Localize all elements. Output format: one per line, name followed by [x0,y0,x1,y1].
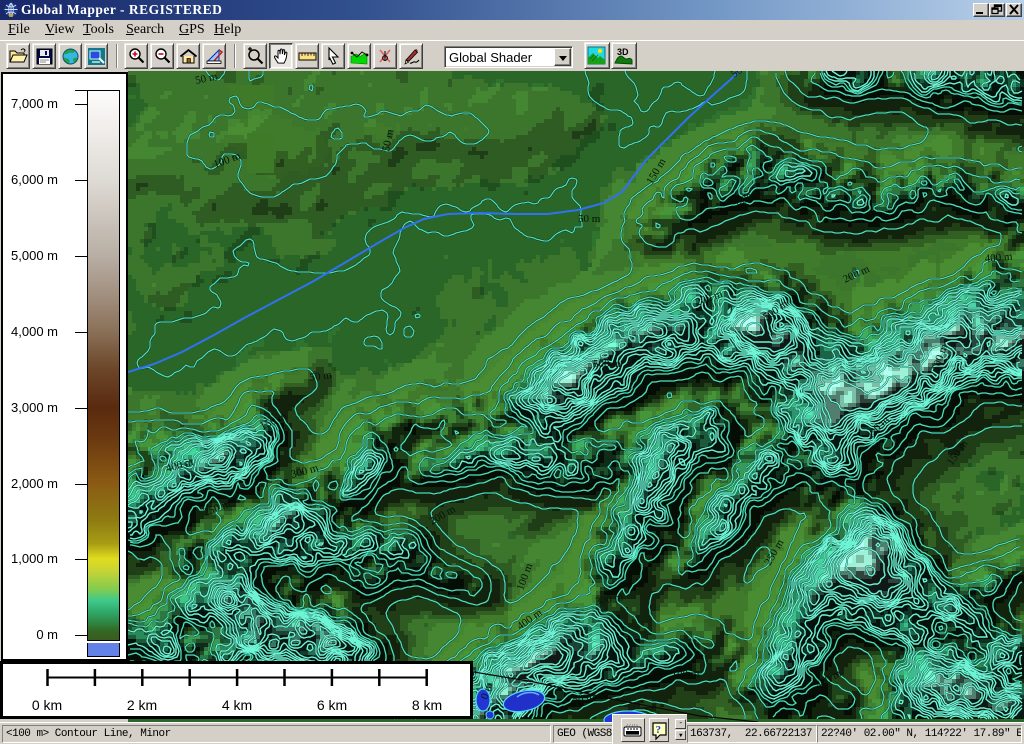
svg-text:500 m: 500 m [593,358,621,370]
svg-text:50 m: 50 m [578,213,601,225]
svg-text:8 km: 8 km [412,697,442,713]
svg-text:6 km: 6 km [317,697,347,713]
svg-text:4 km: 4 km [222,697,252,713]
svg-text:400 m: 400 m [984,251,1013,265]
svg-text:2 km: 2 km [127,697,157,713]
svg-text:100 m: 100 m [671,668,700,682]
svg-text:0 km: 0 km [32,697,62,713]
svg-text:3D: 3D [617,47,629,57]
svg-text:?: ? [656,724,661,736]
